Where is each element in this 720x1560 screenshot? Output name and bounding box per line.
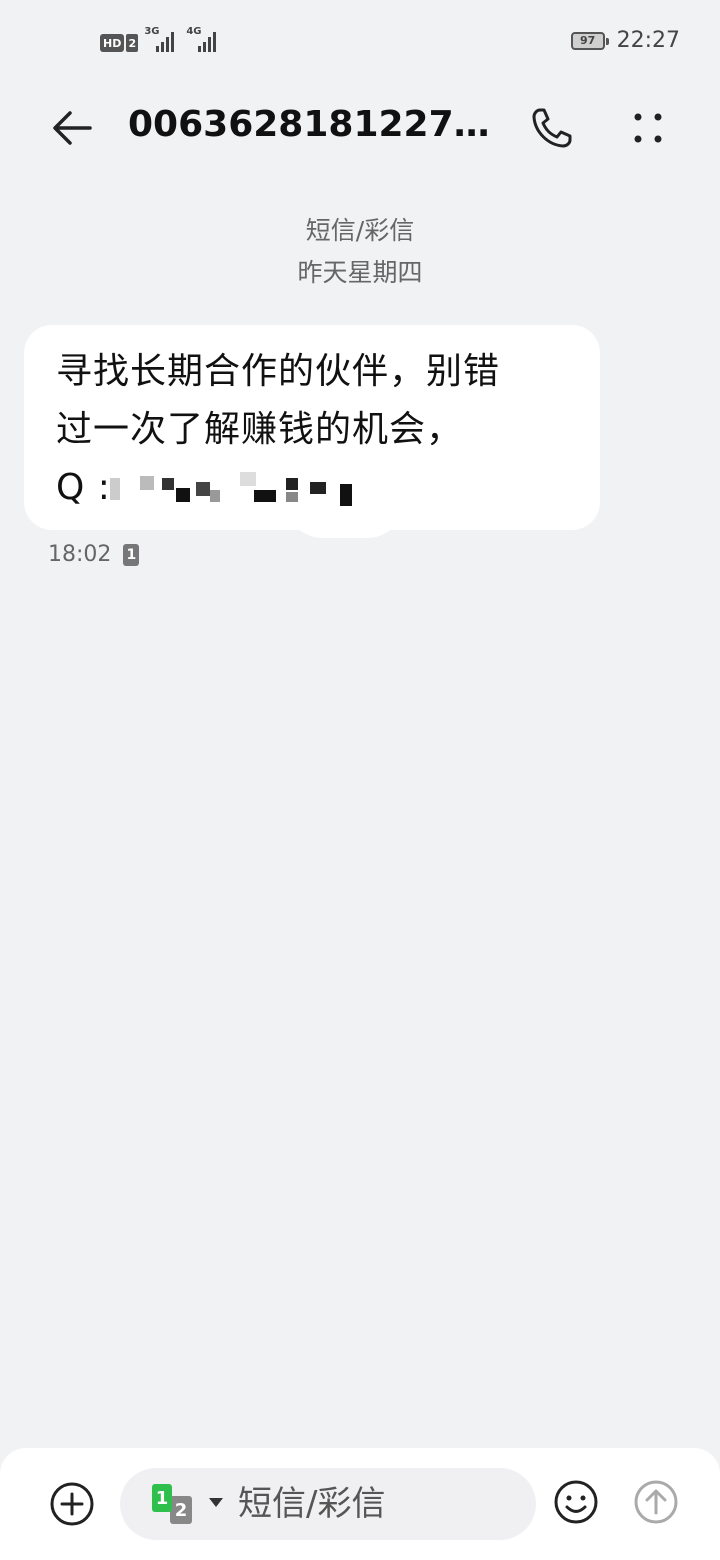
signal-bars-icon	[198, 32, 217, 52]
signal-bars-icon	[156, 32, 175, 52]
send-button[interactable]	[630, 1476, 682, 1528]
add-attachment-button[interactable]	[46, 1478, 98, 1530]
more-options-button[interactable]	[620, 100, 676, 156]
message-line-1: 寻找长期合作的伙伴，别错	[56, 351, 501, 392]
emoji-button[interactable]	[550, 1476, 602, 1528]
send-up-arrow-icon	[634, 1480, 678, 1524]
hd-badge: HD	[100, 34, 125, 52]
chevron-down-icon[interactable]	[208, 1496, 224, 1508]
arrow-left-icon	[53, 111, 92, 145]
conversation-header: 0063628181227…	[0, 84, 720, 174]
channel-label: 短信/彩信	[305, 216, 415, 245]
smiley-icon	[554, 1480, 598, 1524]
status-time: 22:27	[616, 28, 680, 53]
back-button[interactable]	[44, 100, 100, 156]
message-input[interactable]	[238, 1482, 518, 1526]
message-line-2: 过一次了解赚钱的机会，	[56, 409, 464, 450]
redacted-mosaic	[110, 472, 360, 508]
battery-icon: 97	[570, 31, 609, 50]
signal-3g: 3G	[144, 26, 180, 52]
status-left: HD 2 3G 4G	[100, 26, 222, 52]
more-dots-icon	[634, 113, 662, 143]
battery-level: 97	[579, 34, 596, 47]
sim-switch-button[interactable]: 2 1	[152, 1484, 202, 1524]
sim-number-badge: 2	[126, 34, 139, 52]
compose-input-container: 2 1	[120, 1468, 536, 1540]
signal-4g: 4G	[186, 26, 222, 52]
date-separator: 短信/彩信 昨天星期四	[0, 210, 720, 294]
date-label: 昨天星期四	[297, 258, 423, 287]
phone-icon	[532, 108, 572, 148]
sim-primary-badge: 1	[152, 1484, 172, 1512]
sim-card-icon: 1	[123, 543, 140, 566]
contact-name[interactable]: 0063628181227…	[128, 104, 498, 145]
messages-screen: HD 2 3G 4G 97 22:27 0063628181227… 短信/彩信…	[0, 0, 720, 1560]
sim-secondary-badge: 2	[170, 1496, 192, 1524]
status-bar: HD 2 3G 4G 97 22:27	[0, 0, 720, 84]
compose-bar: 2 1	[0, 1448, 720, 1560]
plus-circle-icon	[50, 1482, 94, 1526]
call-button[interactable]	[524, 100, 580, 156]
status-right: 97 22:27	[570, 28, 680, 53]
message-meta: 18:02 1	[48, 542, 140, 567]
message-time: 18:02	[48, 542, 112, 567]
